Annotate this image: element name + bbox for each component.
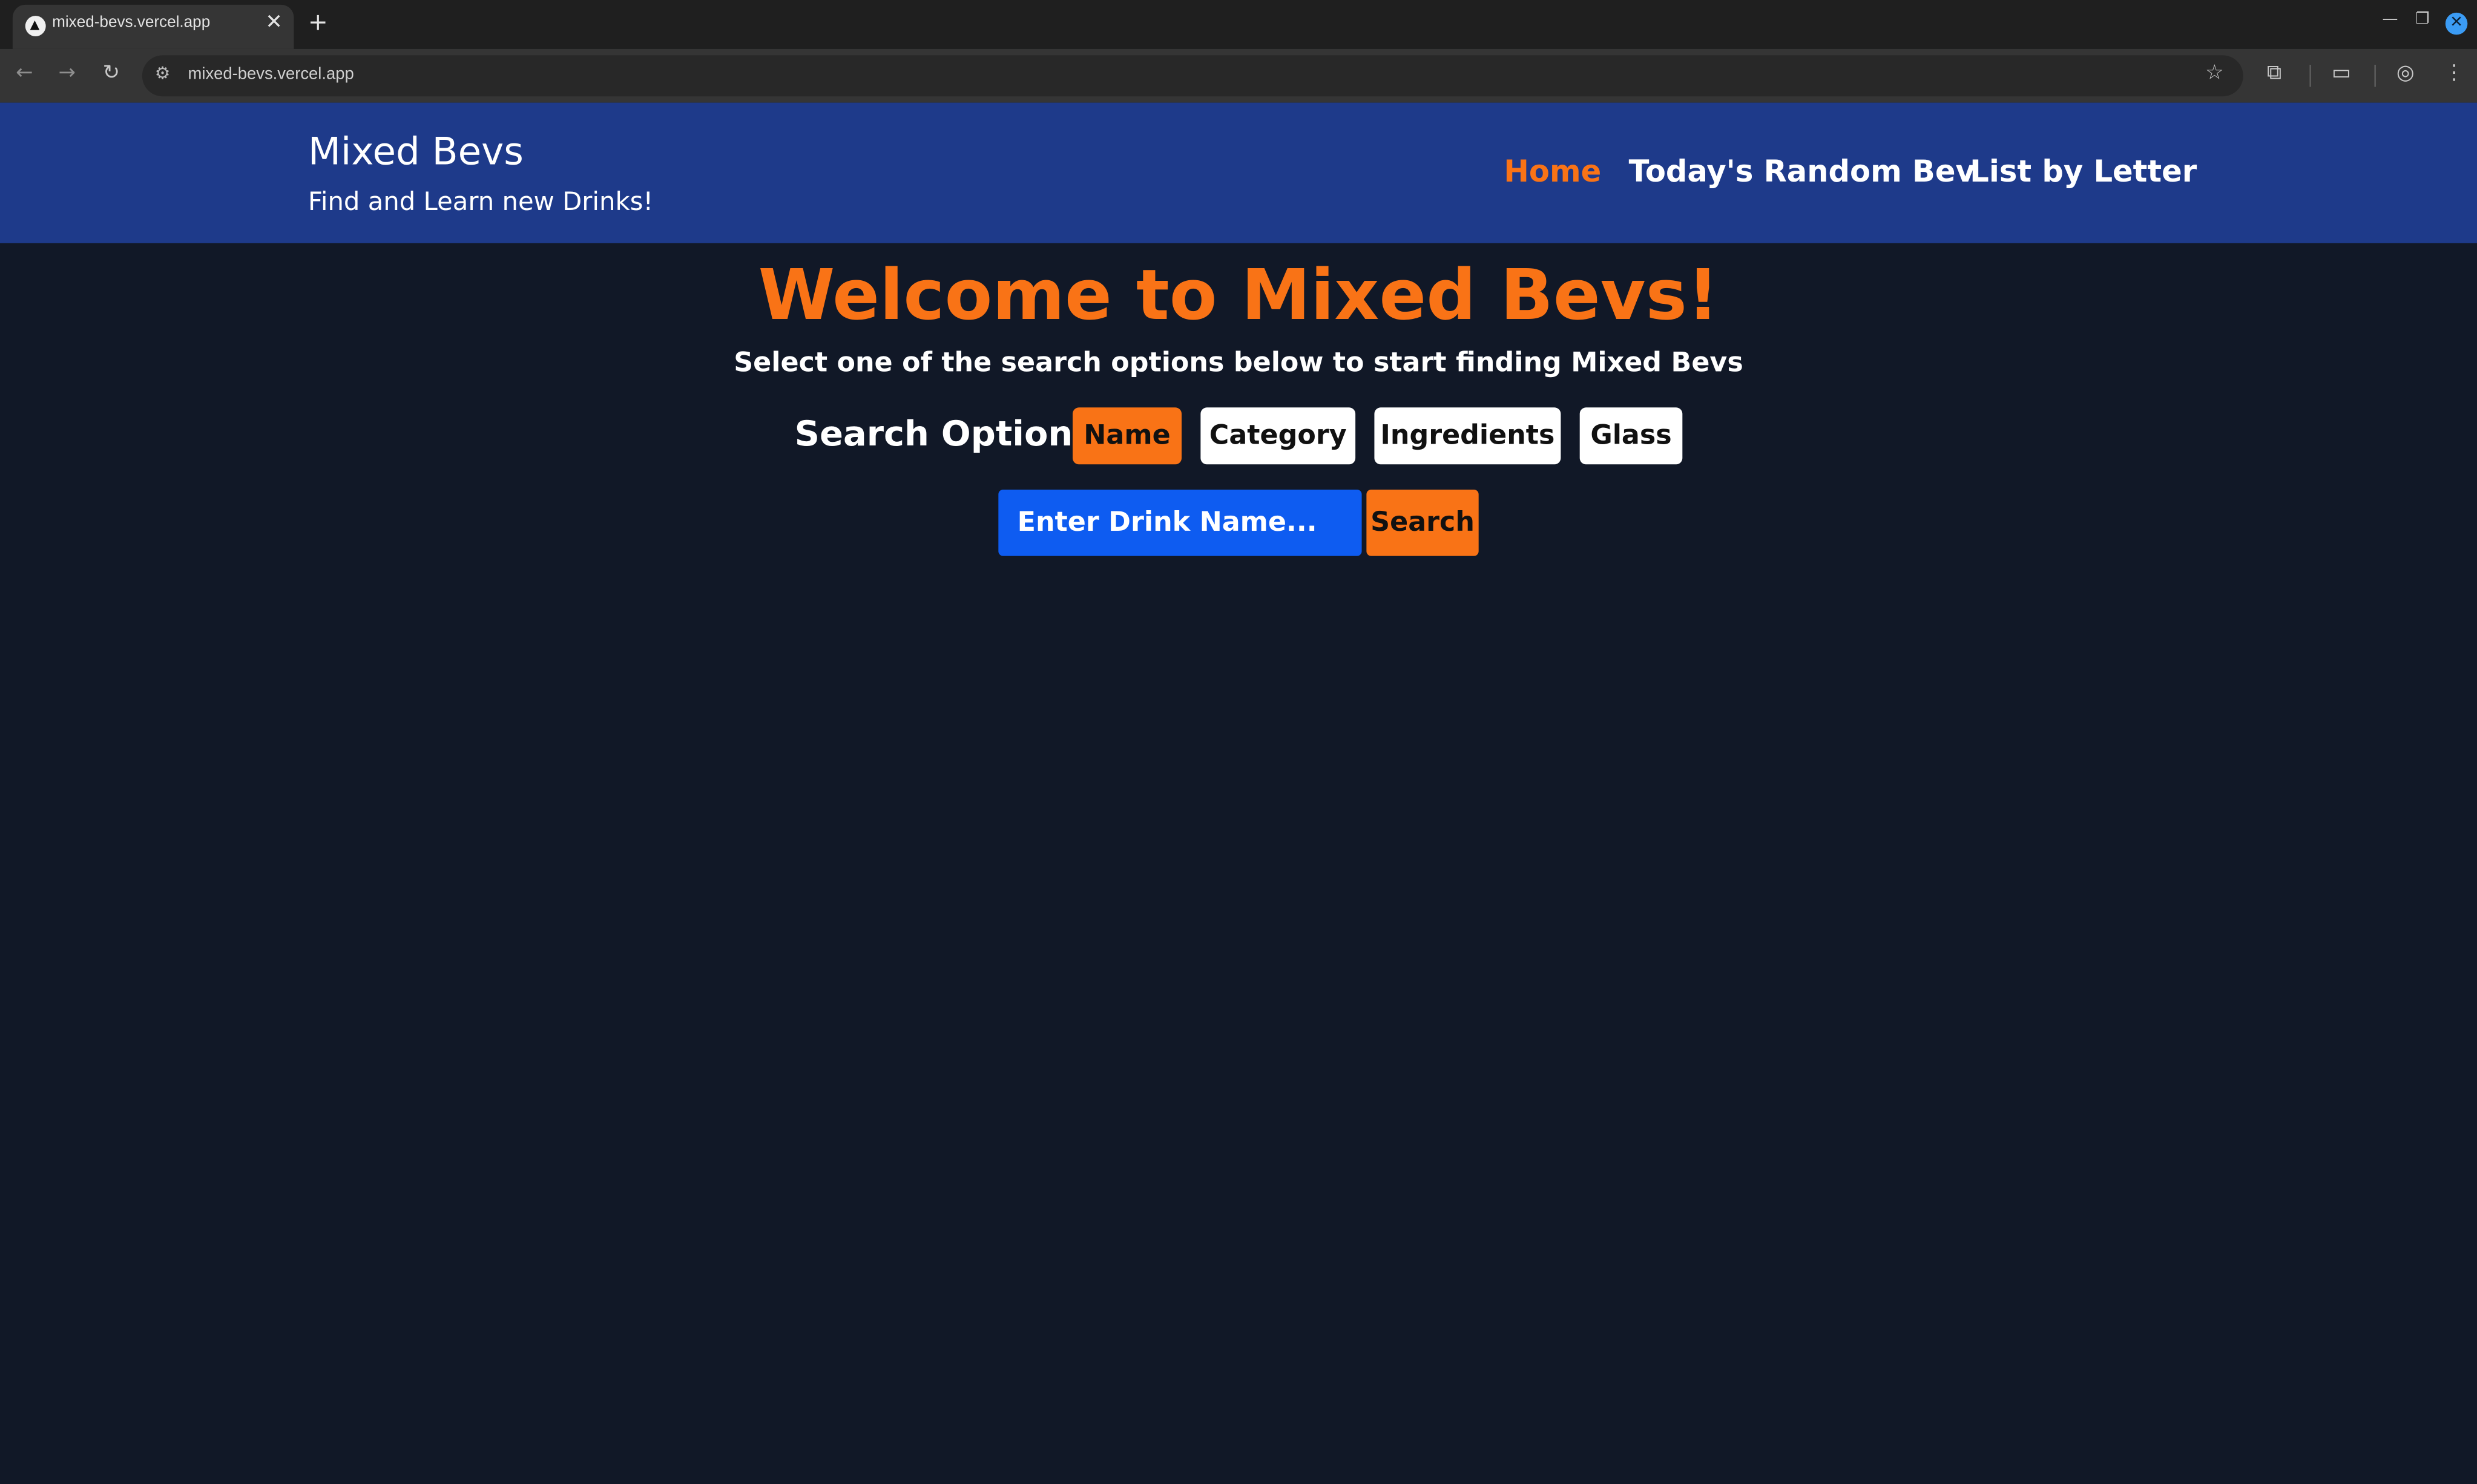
toolbar-divider [2309, 64, 2311, 87]
search-option-ingredients[interactable]: Ingredients [1374, 407, 1561, 465]
tab-close-icon[interactable]: ✕ [265, 11, 282, 34]
welcome-title: Welcome to Mixed Bevs! [758, 255, 1719, 337]
url-text: mixed-bevs.vercel.app [188, 64, 354, 84]
nav-todays-random-bev[interactable]: Today's Random Bev [1629, 155, 1975, 189]
search-option-glass[interactable]: Glass [1579, 407, 1683, 465]
brand-title[interactable]: Mixed Bevs [308, 130, 524, 174]
search-options-label: Search Options: [794, 415, 1108, 455]
restore-icon[interactable]: ❐ [2415, 11, 2429, 28]
back-arrow-icon[interactable]: ← [16, 62, 33, 85]
forward-arrow-icon[interactable]: → [59, 62, 76, 85]
tab-title: mixed-bevs.vercel.app [52, 14, 211, 32]
search-option-name[interactable]: Name [1072, 407, 1182, 465]
extensions-icon[interactable]: ⧉ [2267, 62, 2281, 85]
main-content: Welcome to Mixed Bevs! Select one of the… [0, 243, 2477, 1484]
search-button[interactable]: Search [1366, 490, 1479, 556]
welcome-subtitle: Select one of the search options below t… [734, 347, 1743, 379]
drink-name-search-input[interactable]: Enter Drink Name... [998, 490, 1362, 556]
address-bar[interactable]: ⚙ mixed-bevs.vercel.app ☆ [142, 55, 2243, 97]
nav-home[interactable]: Home [1504, 155, 1601, 189]
browser-tabbar: mixed-bevs.vercel.app ✕ + — ❐ ✕ [0, 0, 2477, 49]
new-tab-icon[interactable]: + [308, 8, 328, 36]
bookmark-star-icon[interactable]: ☆ [2205, 62, 2223, 85]
site-header: Mixed Bevs Find and Learn new Drinks! Ho… [0, 102, 2477, 243]
nav-list-by-letter[interactable]: List by Letter [1970, 155, 2197, 189]
search-option-category[interactable]: Category [1200, 407, 1356, 465]
tab-search-icon[interactable]: ▭ [2332, 62, 2351, 85]
menu-dots-icon[interactable]: ⋮ [2444, 62, 2464, 85]
browser-toolbar: ← → ↻ ⚙ mixed-bevs.vercel.app ☆ ⧉ ▭ ◎ ⋮ [0, 48, 2477, 103]
site-info-icon[interactable]: ⚙ [155, 63, 171, 84]
browser-tab[interactable]: mixed-bevs.vercel.app ✕ [12, 4, 294, 49]
reload-icon[interactable]: ↻ [103, 62, 120, 85]
toolbar-divider [2374, 64, 2376, 87]
brand-subtitle: Find and Learn new Drinks! [308, 186, 654, 217]
minimize-icon[interactable]: — [2382, 11, 2398, 28]
vercel-favicon-icon [25, 16, 46, 37]
window-close-icon[interactable]: ✕ [2445, 12, 2468, 35]
profile-icon[interactable]: ◎ [2396, 62, 2415, 85]
